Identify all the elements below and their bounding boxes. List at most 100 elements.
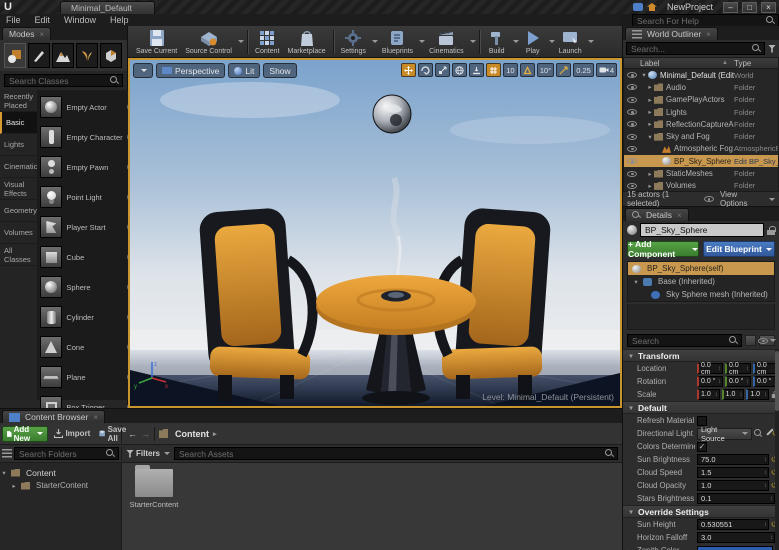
list-item[interactable]: Cylinder <box>37 302 136 332</box>
outliner-header[interactable]: Label ▲ Type <box>623 57 779 69</box>
tab-details[interactable]: Details × <box>625 208 689 221</box>
marketplace-button[interactable]: Marketplace <box>283 27 329 57</box>
outliner-filter-icon[interactable] <box>768 45 776 53</box>
launch-button[interactable]: Launch <box>555 27 586 57</box>
menu-window[interactable]: Window <box>64 15 96 25</box>
list-item[interactable]: Empty Character <box>37 122 136 152</box>
table-row[interactable]: ▾Minimal_Default (Editor)World <box>624 69 778 81</box>
expander-icon[interactable]: ▸ <box>646 182 654 190</box>
save-current-button[interactable]: Save Current <box>132 27 181 57</box>
table-row[interactable]: ▸AudioFolder <box>624 81 778 93</box>
component-base-row[interactable]: ▾Base (Inherited) <box>628 275 774 288</box>
view-options-button[interactable]: View Options <box>701 190 775 208</box>
restore-button[interactable]: □ <box>742 2 757 13</box>
assets-search-input[interactable] <box>175 448 605 459</box>
edit-blueprint-button[interactable]: Edit Blueprint <box>703 241 775 257</box>
mode-paint-button[interactable] <box>28 43 50 68</box>
expander-icon[interactable]: ▸ <box>646 120 654 128</box>
property-matrix-icon[interactable] <box>745 335 756 346</box>
settings-button[interactable]: Settings <box>337 27 370 57</box>
camera-mode-button[interactable]: Perspective <box>156 63 225 78</box>
filters-button[interactable]: Filters <box>122 449 174 458</box>
expander-icon[interactable]: ▾ <box>632 278 640 286</box>
expander-icon[interactable]: ▾ <box>640 71 648 79</box>
list-item[interactable]: Cube <box>37 242 136 272</box>
visibility-eye-icon[interactable] <box>627 146 637 152</box>
show-button[interactable]: Show <box>263 63 296 78</box>
rotation-x-input[interactable]: 0.0 °↕ <box>697 376 723 387</box>
horizon-falloff-input[interactable]: 3.0↕ <box>697 532 775 543</box>
close-button[interactable]: × <box>761 2 776 13</box>
rotation-y-input[interactable]: 0.0 °↕ <box>725 376 751 387</box>
add-new-button[interactable]: Add New <box>2 426 48 442</box>
component-mesh-row[interactable]: Sky Sphere mesh (Inherited) <box>628 288 774 301</box>
tree-item-content[interactable]: ▾ Content <box>0 466 121 479</box>
scale-y-input[interactable]: 1.0↕ <box>722 389 745 400</box>
details-scrollbar[interactable] <box>775 349 779 550</box>
blueprints-button[interactable]: Blueprints <box>378 27 417 57</box>
component-self-row[interactable]: BP_Sky_Sphere(self) <box>628 262 774 275</box>
sources-toggle-icon[interactable] <box>2 449 12 458</box>
list-item[interactable]: Player Start <box>37 212 136 242</box>
mode-landscape-button[interactable] <box>52 43 74 68</box>
folders-search-input[interactable] <box>15 448 106 459</box>
play-button[interactable]: Play <box>519 27 547 57</box>
classes-search-input[interactable] <box>5 75 110 86</box>
rotation-snap-toggle-button[interactable] <box>520 63 535 77</box>
scale-snap-value-button[interactable]: 0.25 <box>573 63 594 77</box>
expander-icon[interactable]: ▾ <box>0 469 8 477</box>
expander-icon[interactable]: ▾ <box>646 133 654 141</box>
list-item[interactable]: Empty Actor <box>37 92 136 122</box>
scale-x-input[interactable]: 1.0↕ <box>697 389 720 400</box>
scale-z-input[interactable]: 1.0↕ <box>746 389 769 400</box>
list-item[interactable]: Sphere <box>37 272 136 302</box>
category-cinematic[interactable]: Cinematic <box>0 156 37 178</box>
table-row[interactable]: ▸LightsFolder <box>624 106 778 118</box>
list-item[interactable]: Point Light <box>37 182 136 212</box>
grid-snap-toggle-button[interactable] <box>486 63 501 77</box>
tree-item-startercontent[interactable]: ▸ StarterContent <box>0 479 121 492</box>
mode-place-button[interactable] <box>4 43 26 68</box>
lock-icon[interactable] <box>767 226 775 235</box>
mode-foliage-button[interactable] <box>76 43 98 68</box>
expander-icon[interactable]: ▸ <box>628 547 635 550</box>
back-button[interactable]: ← <box>128 429 137 439</box>
location-x-input[interactable]: 0.0 cm↕ <box>697 363 723 374</box>
section-transform[interactable]: ▾Transform <box>623 349 779 362</box>
list-item[interactable]: Empty Pawn <box>37 152 136 182</box>
visibility-eye-icon[interactable] <box>627 158 637 164</box>
expander-icon[interactable]: ▸ <box>10 482 18 490</box>
build-button[interactable]: Build <box>483 27 511 57</box>
menu-edit[interactable]: Edit <box>35 15 51 25</box>
colors-determine-checkbox[interactable]: ✓ <box>697 442 707 452</box>
list-item[interactable]: Cone <box>37 332 136 362</box>
feedback-icon[interactable] <box>633 3 643 11</box>
section-default[interactable]: ▾Default <box>623 401 779 414</box>
tab-modes[interactable]: Modes× <box>2 27 51 40</box>
rotate-tool-button[interactable] <box>418 63 433 77</box>
surface-snap-button[interactable] <box>469 63 484 77</box>
category-recently-placed[interactable]: Recently Placed <box>0 90 37 112</box>
category-geometry[interactable]: Geometry <box>0 200 37 222</box>
browse-icon[interactable] <box>754 429 763 438</box>
world-local-toggle-button[interactable] <box>452 63 467 77</box>
sun-height-input[interactable]: 0.530551↕ <box>697 519 769 530</box>
close-icon[interactable]: × <box>40 30 45 39</box>
category-volumes[interactable]: Volumes <box>0 222 37 244</box>
details-search-input[interactable] <box>628 335 729 346</box>
visibility-eye-icon[interactable] <box>627 109 637 115</box>
category-basic[interactable]: Basic <box>0 112 37 134</box>
tab-content-browser[interactable]: Content Browser × <box>2 410 105 423</box>
expander-icon[interactable]: ▸ <box>646 170 654 178</box>
expander-icon[interactable]: ▸ <box>646 108 654 116</box>
menu-file[interactable]: File <box>6 15 21 25</box>
location-y-input[interactable]: 0.0 cm↕ <box>725 363 751 374</box>
close-icon[interactable]: × <box>93 413 98 422</box>
cloud-opacity-input[interactable]: 1.0↕ <box>697 480 769 491</box>
close-icon[interactable]: × <box>677 211 682 220</box>
cinematics-button[interactable]: Cinematics <box>425 27 468 57</box>
viewport[interactable]: z x y Perspective Lit Show <box>128 58 622 408</box>
translate-tool-button[interactable] <box>401 63 416 77</box>
expander-icon[interactable]: ▸ <box>646 83 654 91</box>
use-selected-icon[interactable] <box>765 430 770 438</box>
